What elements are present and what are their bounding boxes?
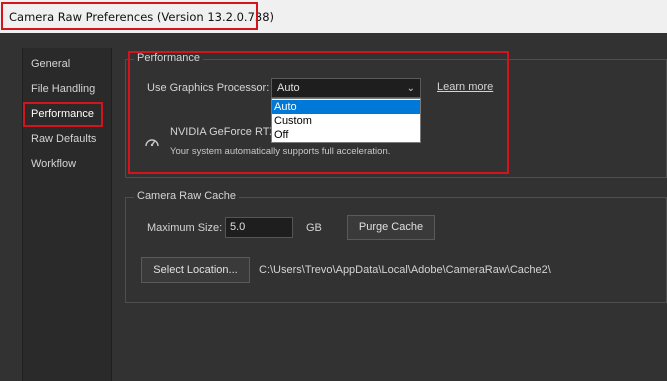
performance-group-title: Performance bbox=[134, 52, 203, 64]
cache-group-title: Camera Raw Cache bbox=[134, 190, 240, 202]
gpu-name: NVIDIA GeForce RTX bbox=[170, 126, 277, 138]
gpu-select[interactable]: Auto ⌄ bbox=[271, 78, 421, 98]
gpu-status-text: Your system automatically supports full … bbox=[170, 146, 391, 157]
dropdown-option-custom[interactable]: Custom bbox=[272, 114, 420, 128]
cache-path: C:\Users\Trevo\AppData\Local\Adobe\Camer… bbox=[259, 264, 551, 276]
cache-group: Camera Raw Cache bbox=[125, 190, 667, 303]
dropdown-option-off[interactable]: Off bbox=[272, 128, 420, 142]
dropdown-option-auto[interactable]: Auto bbox=[272, 100, 420, 114]
learn-more-link[interactable]: Learn more bbox=[437, 81, 493, 93]
purge-cache-button[interactable]: Purge Cache bbox=[347, 215, 435, 240]
max-size-value: 5.0 bbox=[230, 221, 246, 233]
sidebar-item-workflow[interactable]: Workflow bbox=[31, 158, 76, 170]
max-size-input[interactable]: 5.0 bbox=[225, 217, 293, 238]
select-location-button[interactable]: Select Location... bbox=[141, 257, 250, 283]
max-size-label: Maximum Size: bbox=[147, 222, 223, 234]
window-title: Camera Raw Preferences (Version 13.2.0.7… bbox=[9, 10, 275, 24]
chevron-down-icon: ⌄ bbox=[406, 83, 415, 94]
sidebar-item-general[interactable]: General bbox=[31, 58, 70, 70]
title-bar: Camera Raw Preferences (Version 13.2.0.7… bbox=[0, 0, 667, 33]
sidebar-item-file-handling[interactable]: File Handling bbox=[31, 83, 95, 95]
sidebar-item-raw-defaults[interactable]: Raw Defaults bbox=[31, 133, 96, 145]
gpu-select-value: Auto bbox=[277, 82, 300, 94]
sidebar-item-performance[interactable]: Performance bbox=[31, 108, 94, 120]
sidebar: General File Handling Performance Raw De… bbox=[22, 48, 112, 381]
gpu-label: Use Graphics Processor: bbox=[147, 82, 270, 94]
size-unit-label: GB bbox=[306, 222, 322, 234]
gpu-dropdown-list: Auto Custom Off bbox=[271, 98, 421, 143]
speedometer-icon bbox=[145, 139, 159, 147]
